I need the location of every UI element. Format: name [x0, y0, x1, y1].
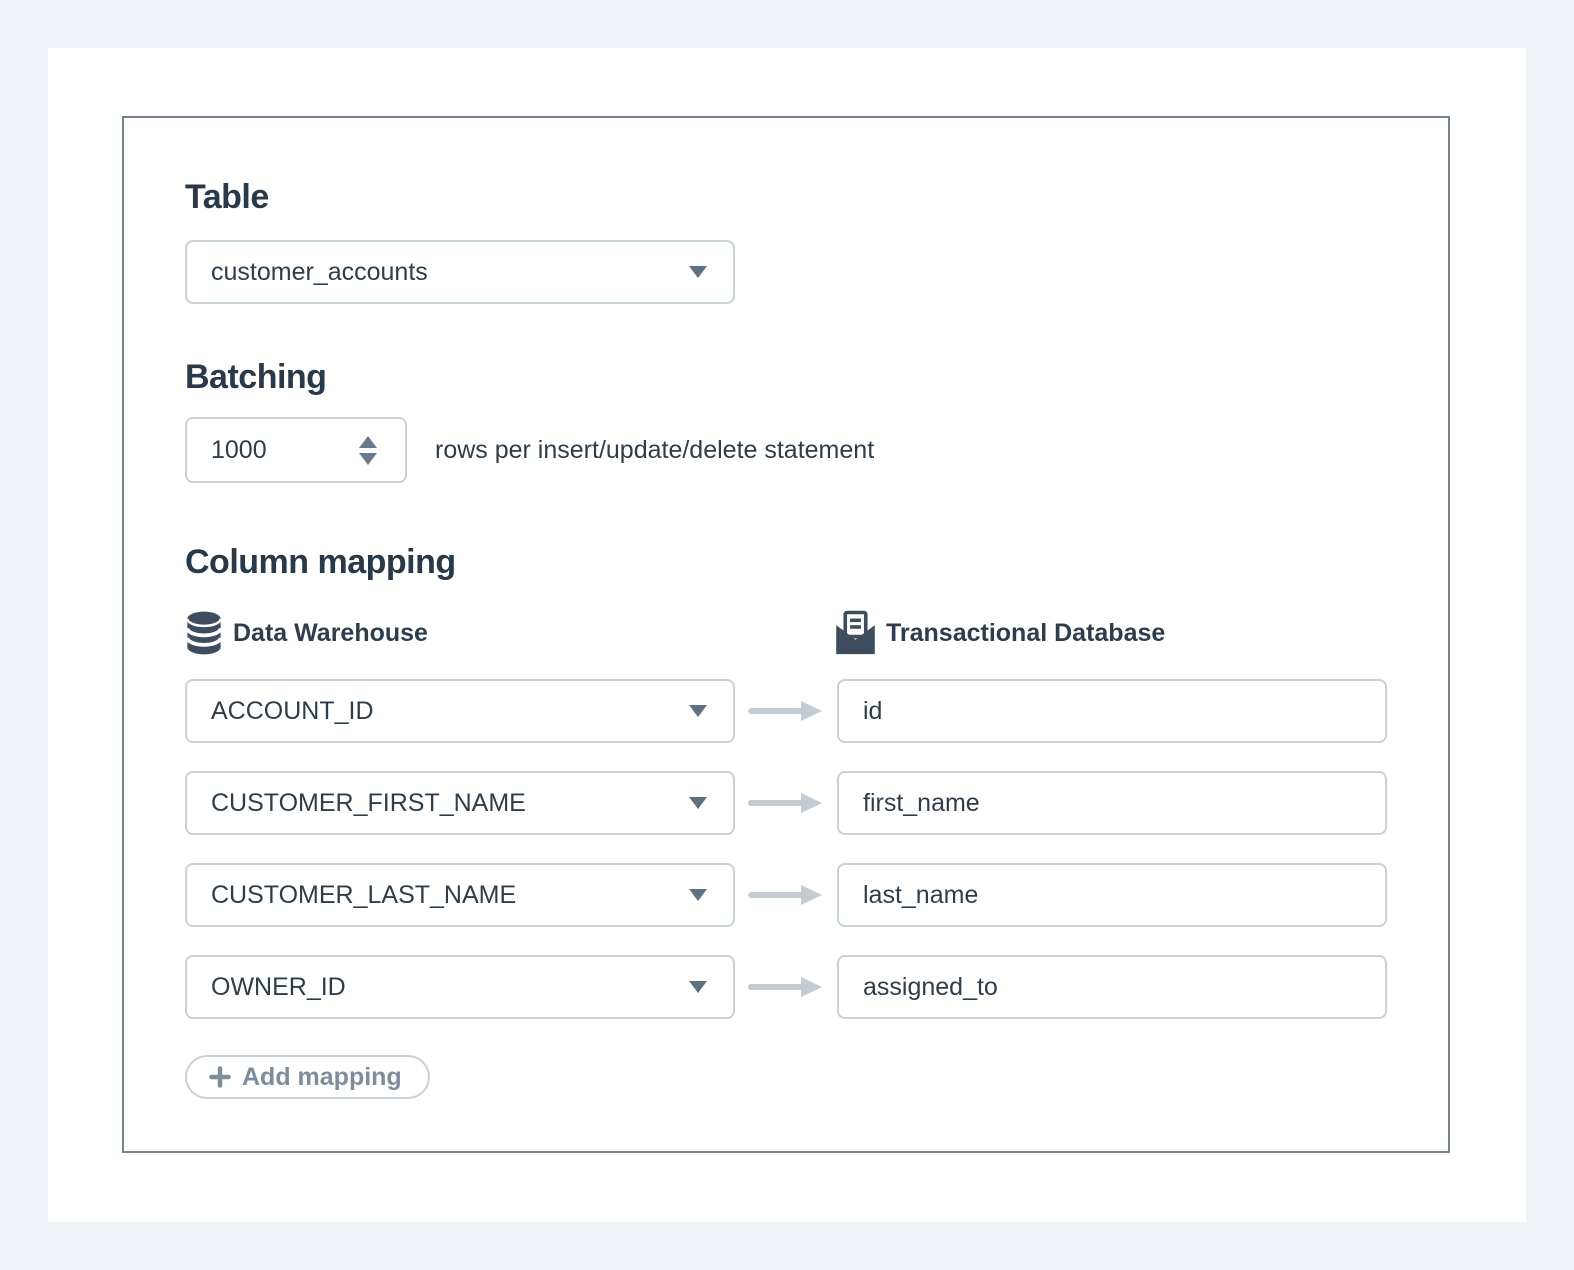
inbox-document-icon	[835, 609, 876, 657]
source-column-select[interactable]: ACCOUNT_ID	[185, 679, 735, 743]
sync-config-panel: Table customer_accounts Batching 1000 ro…	[122, 116, 1450, 1153]
mapping-row: CUSTOMER_LAST_NAME last_name	[185, 863, 1387, 927]
table-select[interactable]: customer_accounts	[185, 240, 735, 304]
target-column-value: assigned_to	[863, 973, 998, 1002]
target-column-value: first_name	[863, 789, 980, 818]
table-section-heading: Table	[185, 180, 1387, 214]
source-column-select[interactable]: CUSTOMER_FIRST_NAME	[185, 771, 735, 835]
chevron-down-icon	[689, 797, 707, 809]
mapping-row: OWNER_ID assigned_to	[185, 955, 1387, 1019]
batch-size-value: 1000	[211, 436, 267, 465]
stepper-arrows[interactable]	[359, 436, 377, 465]
right-arrow-icon	[735, 883, 837, 907]
stepper-up-icon[interactable]	[359, 436, 377, 448]
right-arrow-icon	[735, 699, 837, 723]
target-column-input[interactable]: id	[837, 679, 1387, 743]
source-column-select[interactable]: OWNER_ID	[185, 955, 735, 1019]
right-arrow-icon	[735, 791, 837, 815]
mapping-row: CUSTOMER_FIRST_NAME first_name	[185, 771, 1387, 835]
mapping-row: ACCOUNT_ID id	[185, 679, 1387, 743]
source-column-select[interactable]: CUSTOMER_LAST_NAME	[185, 863, 735, 927]
source-column-value: CUSTOMER_FIRST_NAME	[211, 789, 526, 818]
target-header-label: Transactional Database	[886, 619, 1165, 648]
target-column-value: id	[863, 697, 882, 726]
chevron-down-icon	[689, 705, 707, 717]
add-mapping-button[interactable]: Add mapping	[185, 1055, 430, 1099]
source-column-value: CUSTOMER_LAST_NAME	[211, 881, 516, 910]
database-icon	[185, 610, 223, 656]
chevron-down-icon	[689, 889, 707, 901]
stepper-down-icon[interactable]	[359, 453, 377, 465]
plus-icon	[209, 1066, 231, 1088]
source-header-label: Data Warehouse	[233, 619, 428, 648]
target-column-input[interactable]: last_name	[837, 863, 1387, 927]
source-column-value: OWNER_ID	[211, 973, 346, 1002]
batch-size-stepper[interactable]: 1000	[185, 417, 407, 483]
add-mapping-label: Add mapping	[242, 1063, 402, 1092]
target-column-input[interactable]: assigned_to	[837, 955, 1387, 1019]
mapping-headers: Data Warehouse Transactional Database	[185, 609, 1387, 657]
batching-row: 1000 rows per insert/update/delete state…	[185, 417, 1387, 483]
content-card: Table customer_accounts Batching 1000 ro…	[48, 48, 1526, 1222]
chevron-down-icon	[689, 981, 707, 993]
table-select-value: customer_accounts	[211, 258, 428, 287]
chevron-down-icon	[689, 266, 707, 278]
batch-unit-label: rows per insert/update/delete statement	[435, 436, 874, 465]
source-column-header: Data Warehouse	[185, 610, 835, 656]
right-arrow-icon	[735, 975, 837, 999]
target-column-input[interactable]: first_name	[837, 771, 1387, 835]
source-column-value: ACCOUNT_ID	[211, 697, 374, 726]
column-mapping-heading: Column mapping	[185, 545, 1387, 579]
target-column-value: last_name	[863, 881, 978, 910]
batching-section-heading: Batching	[185, 360, 1387, 394]
target-column-header: Transactional Database	[835, 609, 1165, 657]
